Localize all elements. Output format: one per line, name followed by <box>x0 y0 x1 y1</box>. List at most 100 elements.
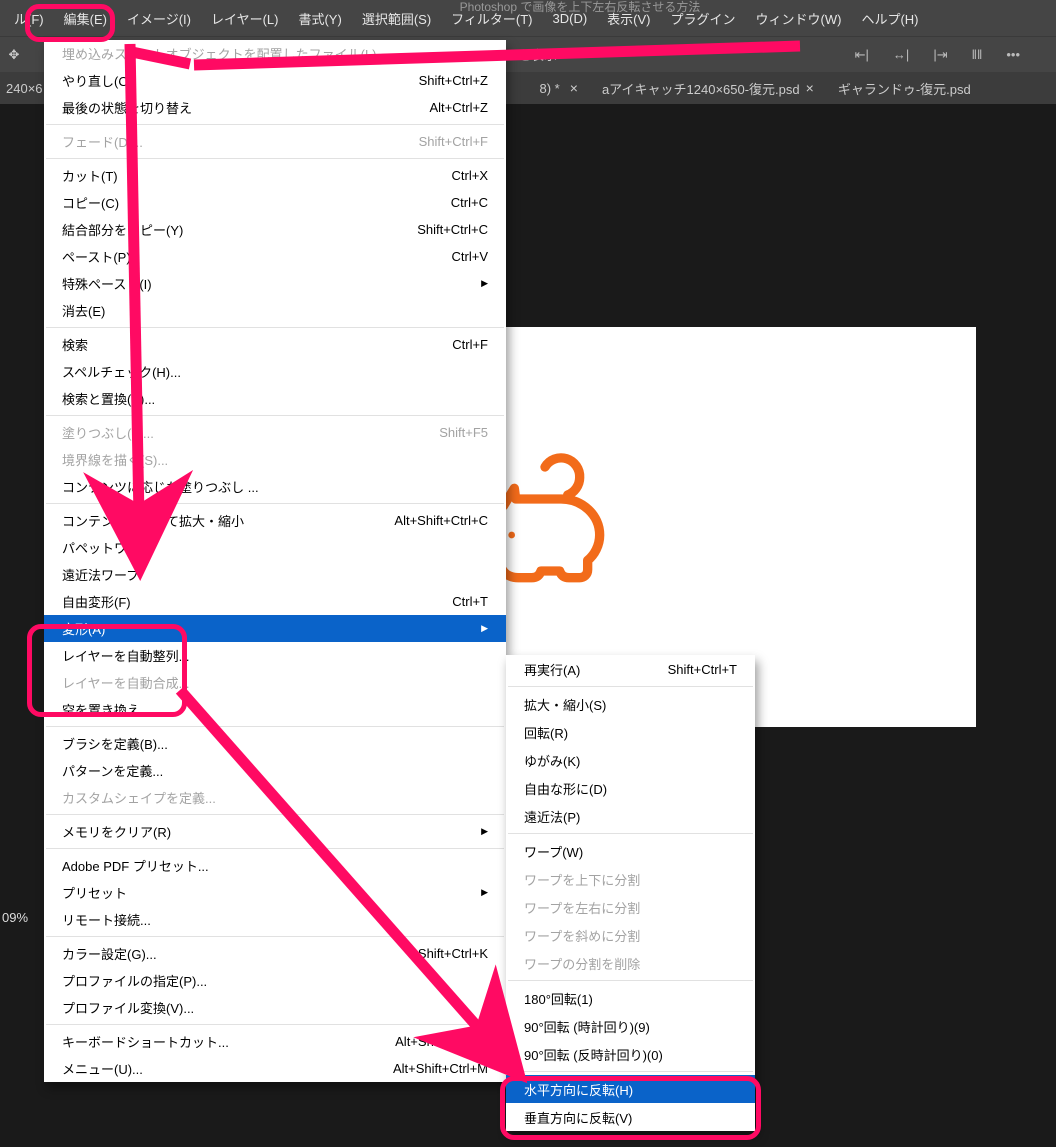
distribute-h-icon[interactable]: ‖‖ <box>972 47 983 62</box>
edit-menu-item[interactable]: メニュー(U)...Alt+Shift+Ctrl+M <box>44 1055 506 1082</box>
move-tool-icon[interactable]: ✥ <box>0 47 28 63</box>
edit-menu-item-label: 検索と置換(X)... <box>62 389 488 408</box>
transform-submenu-dropdown: 再実行(A)Shift+Ctrl+T 拡大・縮小(S)回転(R)ゆがみ(K) 自由な… <box>506 655 755 1131</box>
shortcut-label: Ctrl+V <box>452 249 488 264</box>
edit-menu-item[interactable]: 遠近法ワープ <box>44 561 506 588</box>
edit-menu-item[interactable]: パターンを定義... <box>44 757 506 784</box>
align-center-h-icon[interactable]: ↔| <box>893 47 909 62</box>
transform-submenu-item-label: 90°回転 (反時計回り)(0) <box>524 1045 737 1064</box>
edit-menu-item[interactable]: 検索と置換(X)... <box>44 385 506 412</box>
edit-menu-item-label: パターンを定義... <box>62 761 488 780</box>
shortcut-label: Ctrl+F <box>452 337 488 352</box>
shortcut-label: Shift+Ctrl+Z <box>419 73 488 88</box>
edit-menu-item[interactable]: プロファイル変換(V)... <box>44 994 506 1021</box>
edit-menu-item-label: 自由変形(F) <box>62 592 452 611</box>
menu-layer[interactable]: レイヤー(L) <box>201 2 289 35</box>
transform-submenu-item: ワープの分割を削除 <box>506 949 755 977</box>
edit-menu-item-label: カット(T) <box>62 166 452 185</box>
toolbar-label: を表示 <box>518 45 557 64</box>
tab-doc-2[interactable]: aアイキャッチ1240×650-復元.psd× <box>590 73 826 104</box>
edit-menu-item[interactable]: 自由変形(F)Ctrl+T <box>44 588 506 615</box>
edit-menu-item-label: メモリをクリア(R) <box>62 822 475 841</box>
close-icon[interactable]: × <box>806 80 814 96</box>
menu-separator <box>46 158 504 159</box>
edit-menu-item-label: 境界線を描く(S)... <box>62 450 488 469</box>
edit-menu-item[interactable]: 消去(E) <box>44 297 506 324</box>
transform-submenu-item-label: ワープの分割を削除 <box>524 954 737 973</box>
transform-submenu-item[interactable]: 再実行(A)Shift+Ctrl+T <box>506 655 755 683</box>
edit-menu-item[interactable]: 特殊ペースト(I)▶ <box>44 270 506 297</box>
window-title: Photoshop で画像を上下左右反転させる方法 <box>340 0 820 15</box>
transform-submenu-item-label: 自由な形に(D) <box>524 779 737 798</box>
shortcut-label: Alt+Shift+Ctrl+C <box>394 513 488 528</box>
edit-menu-item[interactable]: レイヤーを自動整列... <box>44 642 506 669</box>
transform-submenu-item[interactable]: 拡大・縮小(S) <box>506 690 755 718</box>
transform-submenu-item-label: 90°回転 (時計回り)(9) <box>524 1017 737 1036</box>
edit-menu-item-label: カスタムシェイプを定義... <box>62 788 488 807</box>
edit-menu-item[interactable]: メモリをクリア(R)▶ <box>44 818 506 845</box>
submenu-arrow-icon: ▶ <box>481 278 488 289</box>
edit-menu-item[interactable]: やり直し(O)Shift+Ctrl+Z <box>44 67 506 94</box>
edit-menu-item-label: 塗りつぶし(L)... <box>62 423 439 442</box>
zoom-label: 09% <box>2 910 28 925</box>
edit-menu-item-label: コンテンツに応じて拡大・縮小 <box>62 511 394 530</box>
tab-doc-3[interactable]: ギャランドゥ-復元.psd <box>826 73 983 104</box>
edit-menu-item[interactable]: Adobe PDF プリセット... <box>44 852 506 879</box>
transform-submenu-item-label: 遠近法(P) <box>524 807 737 826</box>
edit-menu-item-label: 変形(A) <box>62 619 475 638</box>
edit-menu-item[interactable]: ペースト(P)Ctrl+V <box>44 243 506 270</box>
shortcut-label: Ctrl+X <box>452 168 488 183</box>
edit-menu-item[interactable]: カラー設定(G)...Shift+Ctrl+K <box>44 940 506 967</box>
edit-menu-item[interactable]: キーボードショートカット...Alt+Shift+Ctrl+K <box>44 1028 506 1055</box>
transform-submenu-item[interactable]: 水平方向に反転(H) <box>506 1075 755 1103</box>
transform-submenu-item[interactable]: ゆがみ(K) <box>506 746 755 774</box>
transform-submenu-item[interactable]: ワープ(W) <box>506 837 755 865</box>
menu-file-partial[interactable]: ル(F) <box>4 2 54 35</box>
edit-menu-item-label: Adobe PDF プリセット... <box>62 856 488 875</box>
edit-menu-item-label: やり直し(O) <box>62 71 419 90</box>
transform-submenu-item: ワープを上下に分割 <box>506 865 755 893</box>
transform-submenu-item[interactable]: 遠近法(P) <box>506 802 755 830</box>
edit-menu-item: レイヤーを自動合成... <box>44 669 506 696</box>
edit-menu-item[interactable]: 結合部分をコピー(Y)Shift+Ctrl+C <box>44 216 506 243</box>
edit-menu-item[interactable]: パペットワープ <box>44 534 506 561</box>
edit-menu-item[interactable]: コンテンツに応じた塗りつぶし ... <box>44 473 506 500</box>
edit-menu-item[interactable]: プロファイルの指定(P)... <box>44 967 506 994</box>
transform-submenu-item-label: 垂直方向に反転(V) <box>524 1108 737 1127</box>
transform-submenu-item[interactable]: 回転(R) <box>506 718 755 746</box>
edit-menu-item: 境界線を描く(S)... <box>44 446 506 473</box>
edit-menu-item-label: 空を置き換え... <box>62 700 488 719</box>
edit-menu-item[interactable]: プリセット▶ <box>44 879 506 906</box>
submenu-arrow-icon: ▶ <box>481 623 488 634</box>
tab-doc-partial[interactable]: 8) *× <box>528 74 590 102</box>
transform-submenu-item-label: ワープを斜めに分割 <box>524 926 737 945</box>
edit-menu-item[interactable]: カット(T)Ctrl+X <box>44 162 506 189</box>
edit-menu-item-label: ブラシを定義(B)... <box>62 734 488 753</box>
edit-menu-item[interactable]: 変形(A) ▶ <box>44 615 506 642</box>
edit-menu-item-label: パペットワープ <box>62 538 488 557</box>
transform-submenu-item[interactable]: 垂直方向に反転(V) <box>506 1103 755 1131</box>
edit-menu-item[interactable]: 検索Ctrl+F <box>44 331 506 358</box>
menu-image[interactable]: イメージ(I) <box>117 2 201 35</box>
edit-menu-item[interactable]: スペルチェック(H)... <box>44 358 506 385</box>
close-icon[interactable]: × <box>570 80 578 96</box>
more-options-icon[interactable]: ••• <box>1006 47 1020 62</box>
menu-edit[interactable]: 編集(E) <box>54 2 117 35</box>
edit-menu-item[interactable]: リモート接続... <box>44 906 506 933</box>
edit-menu-item[interactable]: 空を置き換え... <box>44 696 506 723</box>
edit-menu-item[interactable]: 最後の状態を切り替えAlt+Ctrl+Z <box>44 94 506 121</box>
align-right-icon[interactable]: |⇥ <box>933 47 947 63</box>
edit-menu-item[interactable]: ブラシを定義(B)... <box>44 730 506 757</box>
transform-submenu-item-label: ワープを左右に分割 <box>524 898 737 917</box>
edit-menu-item[interactable]: コンテンツに応じて拡大・縮小Alt+Shift+Ctrl+C <box>44 507 506 534</box>
transform-submenu-item[interactable]: 自由な形に(D) <box>506 774 755 802</box>
transform-submenu-item[interactable]: 90°回転 (時計回り)(9) <box>506 1012 755 1040</box>
shortcut-label: Alt+Ctrl+Z <box>429 100 488 115</box>
edit-menu-item[interactable]: コピー(C)Ctrl+C <box>44 189 506 216</box>
align-left-icon[interactable]: ⇤| <box>855 47 869 63</box>
edit-menu-item-label: 埋め込みスマートオブジェクトを配置したファイル(L) <box>62 44 488 63</box>
transform-submenu-item[interactable]: 180°回転(1) <box>506 984 755 1012</box>
transform-submenu-item[interactable]: 90°回転 (反時計回り)(0) <box>506 1040 755 1068</box>
menu-separator <box>508 833 753 834</box>
menu-help[interactable]: ヘルプ(H) <box>851 2 928 35</box>
